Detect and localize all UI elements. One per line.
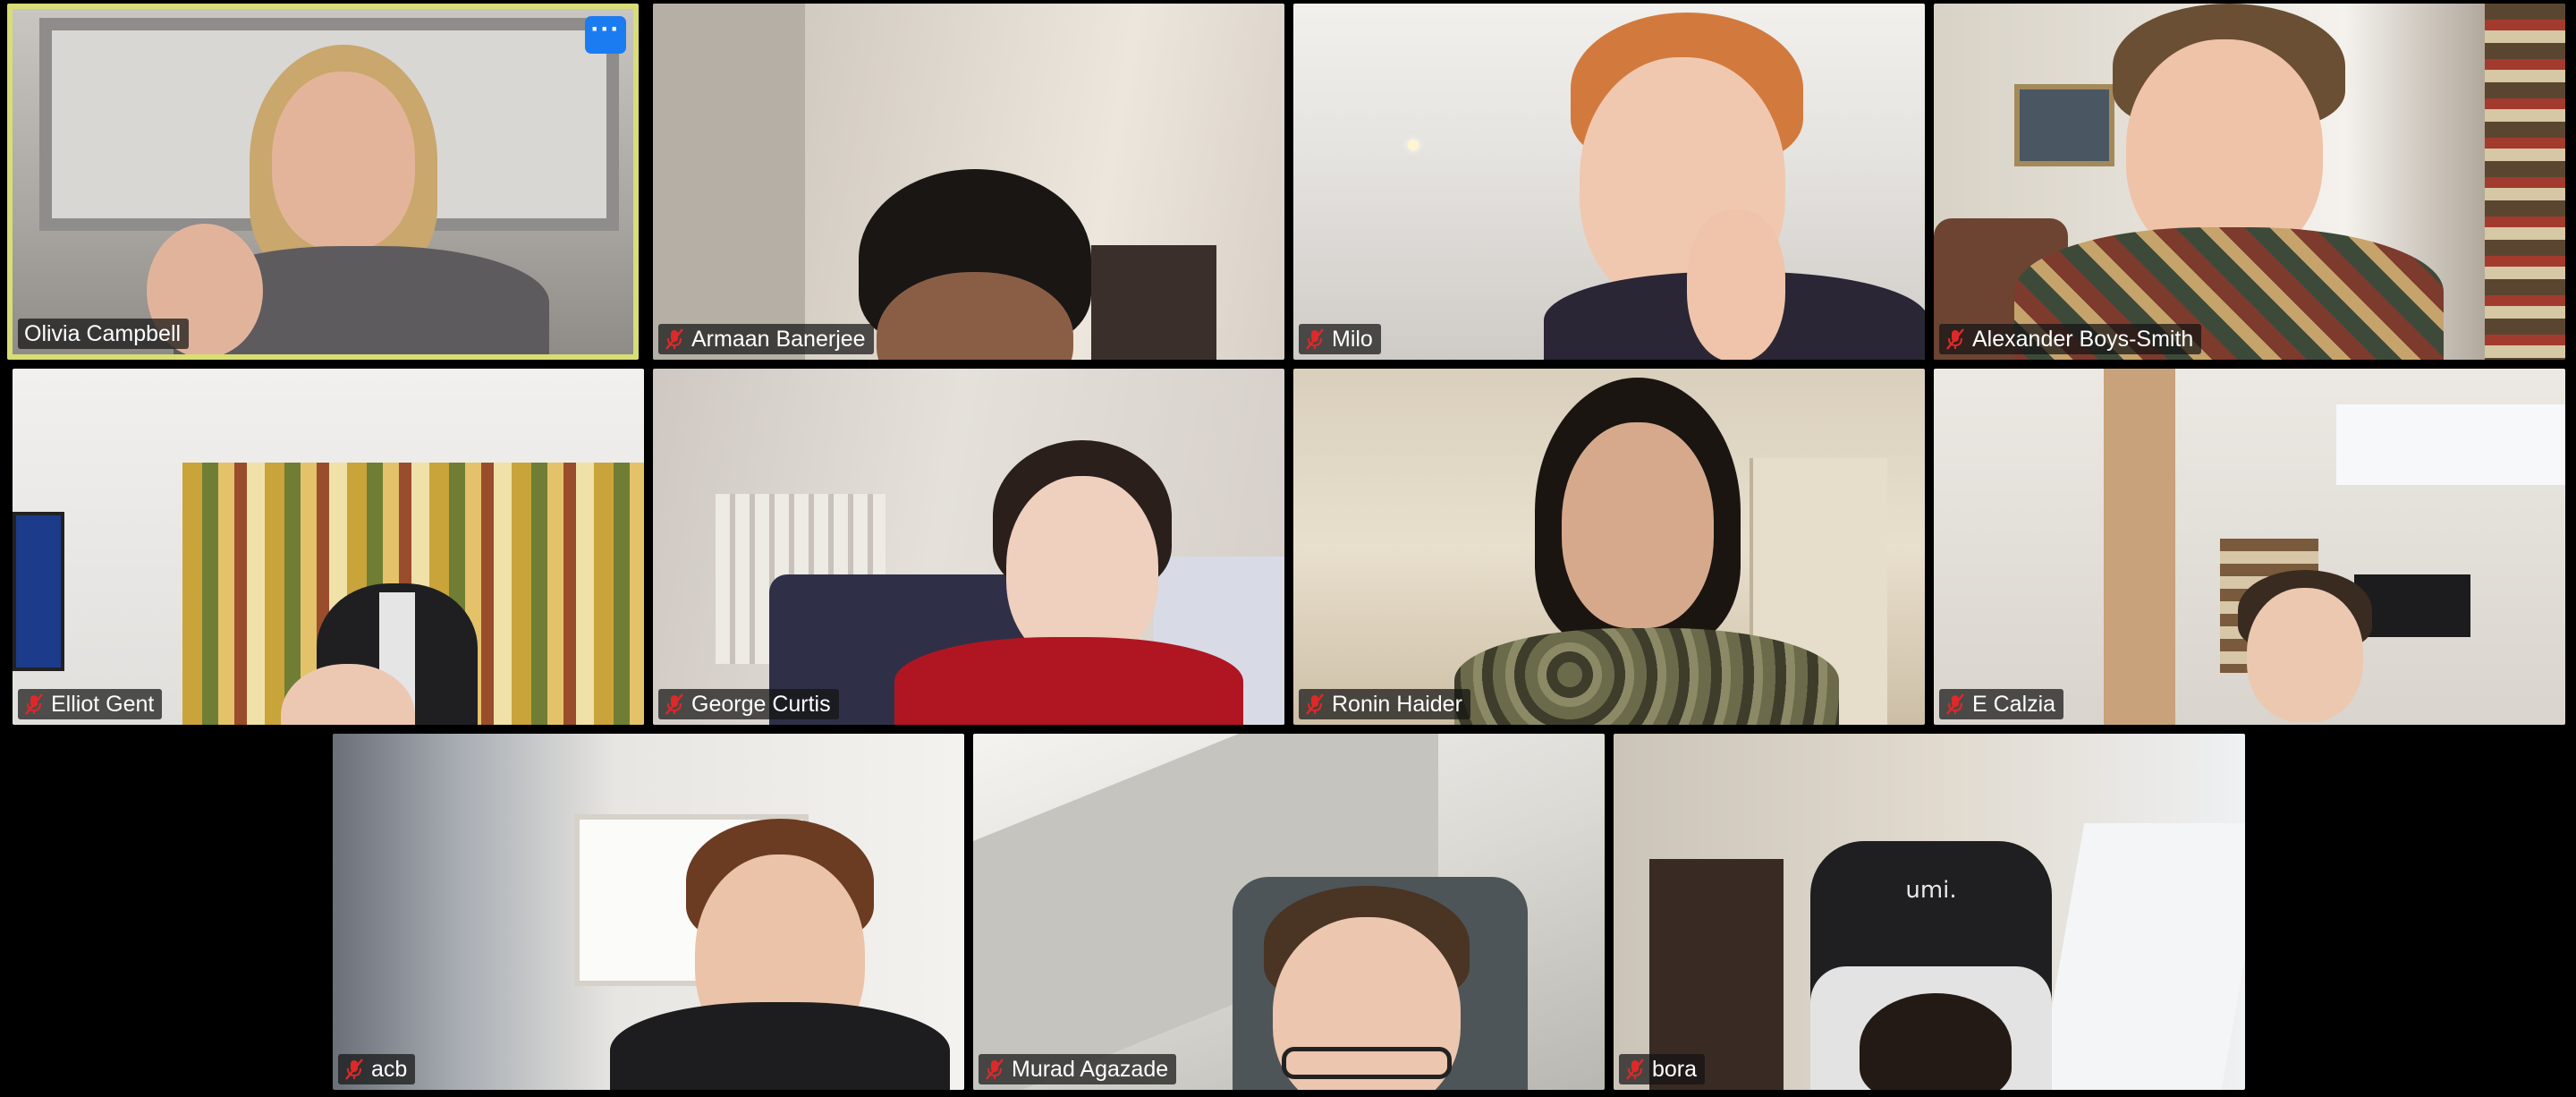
torso (610, 1002, 950, 1090)
face (1006, 476, 1158, 664)
torso (1454, 628, 1839, 725)
torso (894, 637, 1243, 725)
face (1562, 422, 1714, 628)
bookshelf (2485, 4, 2565, 360)
skylight (2336, 404, 2565, 485)
participant-name-tag: acb (338, 1054, 416, 1084)
participant-name: bora (1652, 1057, 1698, 1082)
participant-name: Alexander Boys-Smith (1972, 327, 2194, 352)
mic-off-icon (1306, 693, 1324, 715)
more-options-button[interactable]: ··· (585, 16, 626, 54)
mic-off-icon (1946, 328, 1964, 350)
video-tile-ronin-haider[interactable]: Ronin Haider (1293, 369, 1925, 725)
participant-name: George Curtis (691, 692, 831, 717)
participant-name-tag: Elliot Gent (18, 689, 163, 719)
ceiling-light (1408, 140, 1419, 150)
chair-logo: umi. (1905, 877, 1957, 904)
mic-off-icon (1946, 693, 1964, 715)
video-tile-elliot-gent[interactable]: Elliot Gent (13, 369, 644, 725)
participant-name-tag: bora (1619, 1054, 1706, 1084)
participant-name-tag: Murad Agazade (979, 1054, 1177, 1084)
participant-name: Armaan Banerjee (691, 327, 866, 352)
video-tile-e-calzia[interactable]: E Calzia (1934, 369, 2565, 725)
mic-off-icon (665, 693, 683, 715)
participant-name-tag: Armaan Banerjee (658, 324, 874, 354)
hand (1687, 209, 1785, 360)
participant-name-tag: E Calzia (1939, 689, 2064, 719)
mic-off-icon (345, 1059, 363, 1080)
video-tile-acb[interactable]: acb (333, 734, 964, 1090)
video-tile-alexander-boys-smith[interactable]: Alexander Boys-Smith (1934, 4, 2565, 360)
video-tile-milo[interactable]: Milo (1293, 4, 1925, 360)
participant-name: Murad Agazade (1012, 1057, 1169, 1082)
video-tile-armaan-banerjee[interactable]: Armaan Banerjee (653, 4, 1284, 360)
participant-name-tag: Ronin Haider (1299, 689, 1470, 719)
mic-off-icon (25, 693, 43, 715)
face (2247, 588, 2363, 722)
participant-name-tag: Milo (1299, 324, 1381, 354)
participant-name-tag: George Curtis (658, 689, 839, 719)
framed-jersey (13, 512, 64, 671)
hair (1860, 993, 2012, 1090)
video-tile-olivia-campbell[interactable]: Olivia Campbell ··· (7, 4, 639, 360)
mic-off-icon (1306, 328, 1324, 350)
participant-name-tag: Olivia Campbell (18, 319, 190, 349)
wall-shadow (653, 4, 805, 360)
participant-name: acb (371, 1057, 408, 1082)
participant-name: Ronin Haider (1332, 692, 1462, 717)
mic-off-icon (1626, 1059, 1644, 1080)
mic-off-icon (986, 1059, 1004, 1080)
painting (2014, 84, 2114, 166)
video-tile-murad-agazade[interactable]: Murad Agazade (973, 734, 1605, 1090)
participant-name: Olivia Campbell (24, 321, 182, 346)
mic-off-icon (665, 328, 683, 350)
participant-name: Milo (1332, 327, 1373, 352)
participant-name: E Calzia (1972, 692, 2056, 717)
picture-frame (1091, 245, 1216, 360)
more-options-icon: ··· (590, 14, 621, 44)
wooden-beam (2104, 369, 2175, 725)
participant-name-tag: Alexander Boys-Smith (1939, 324, 2202, 354)
video-tile-george-curtis[interactable]: George Curtis (653, 369, 1284, 725)
participant-name: Elliot Gent (51, 692, 155, 717)
video-tile-bora[interactable]: umi. bora (1614, 734, 2245, 1090)
face (272, 72, 415, 251)
glasses (1282, 1047, 1452, 1079)
